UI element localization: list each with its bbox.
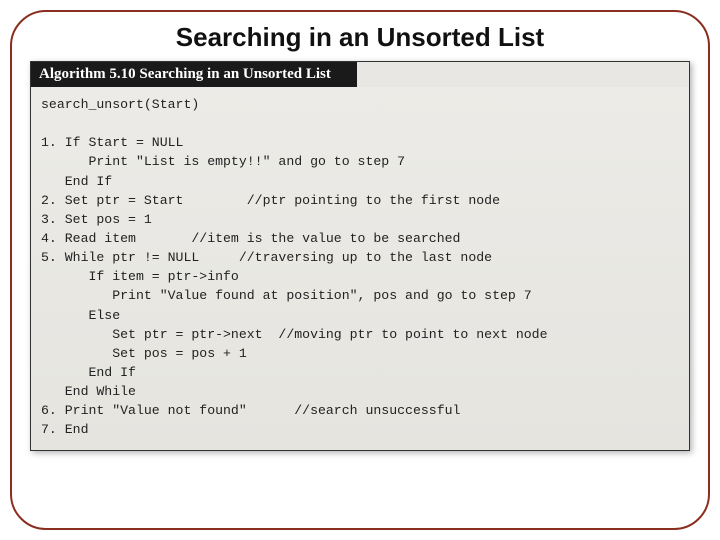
algorithm-body: search_unsort(Start) 1. If Start = NULL … xyxy=(31,87,689,450)
algorithm-header: Algorithm 5.10 Searching in an Unsorted … xyxy=(31,62,357,87)
algorithm-box: Algorithm 5.10 Searching in an Unsorted … xyxy=(30,61,690,451)
slide-title: Searching in an Unsorted List xyxy=(12,22,708,53)
slide-frame: Searching in an Unsorted List Algorithm … xyxy=(10,10,710,530)
